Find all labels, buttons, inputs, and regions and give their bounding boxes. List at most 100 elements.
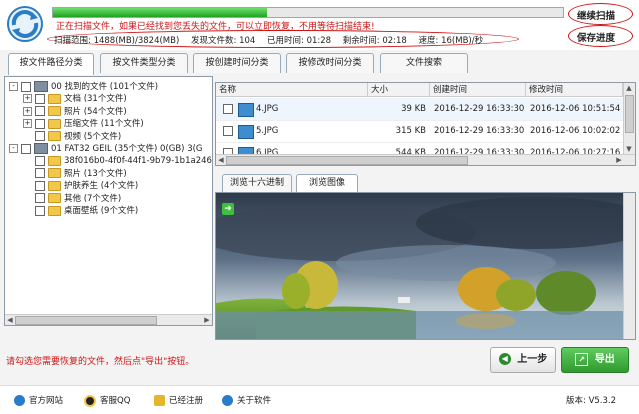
collapse-icon[interactable]: -	[9, 144, 18, 153]
tree-node[interactable]: + 照片 (54个文件)	[23, 106, 127, 118]
tree-node-label: 桌面壁纸 (9个文件)	[64, 206, 139, 216]
folder-tree[interactable]: - 00 找到的文件 (101个文件) + 文档 (31个文件) + 照片 (54个文件)…	[4, 76, 213, 326]
app-logo	[7, 6, 43, 42]
preview-image	[216, 193, 623, 339]
scan-stats: 扫描范围: 1488(MB)/3824(MB) 发现文件数: 104 已用时间:…	[54, 34, 492, 46]
tree-node[interactable]: - 00 找到的文件 (101个文件)	[9, 81, 158, 93]
table-hscroll-thumb[interactable]	[226, 156, 468, 165]
tree-checkbox[interactable]	[35, 168, 45, 179]
expand-icon[interactable]: +	[23, 94, 32, 104]
tree-checkbox[interactable]	[35, 193, 45, 204]
col-header-created[interactable]: 创建时间	[430, 83, 526, 97]
cell-modified: 2016-12-06 10:02:02	[530, 126, 621, 136]
tree-node-label: 视频 (5个文件)	[64, 131, 122, 142]
scroll-right-icon[interactable]: ▶	[615, 156, 623, 164]
registered-link[interactable]: 已经注册	[154, 394, 203, 406]
tree-node-label: 照片 (54个文件)	[64, 106, 127, 117]
tree-node[interactable]: 桌面壁纸 (9个文件)	[23, 205, 138, 217]
tree-node[interactable]: - 01 FAT32 GEIL (35个文件) 0(GB) 3(G	[9, 143, 203, 155]
official-site-label: 官方网站	[29, 396, 64, 406]
tree-checkbox[interactable]	[35, 205, 45, 216]
cell-size: 315 KB	[395, 126, 426, 136]
expand-icon[interactable]: +	[23, 119, 32, 129]
tree-node-label: 01 FAT32 GEIL (35个文件) 0(GB) 3(G	[51, 144, 203, 154]
col-header-name[interactable]: 名称	[216, 83, 368, 97]
tree-node[interactable]: 其他 (7个文件)	[23, 193, 121, 205]
about-label: 关于软件	[237, 396, 272, 406]
support-qq-link[interactable]: 客服QQ	[84, 394, 130, 407]
registered-label: 已经注册	[169, 396, 204, 406]
tab-file-search[interactable]: 文件搜索	[380, 53, 468, 73]
tree-checkbox[interactable]	[35, 93, 45, 104]
scroll-left-icon[interactable]: ◀	[217, 156, 225, 164]
folder-icon	[48, 106, 61, 117]
col-header-size[interactable]: 大小	[368, 83, 430, 97]
cell-modified: 2016-12-06 10:51:54	[530, 104, 621, 114]
tree-scroll-thumb[interactable]	[15, 316, 157, 325]
tab-image-view[interactable]: 浏览图像	[296, 174, 358, 192]
official-site-link[interactable]: 官方网站	[14, 394, 63, 406]
table-scroll-thumb[interactable]	[625, 95, 634, 133]
tree-node[interactable]: 视频 (5个文件)	[23, 131, 121, 143]
continue-scan-button[interactable]: 继续扫描	[577, 8, 615, 22]
table-vertical-scrollbar[interactable]: ▲ ▼	[623, 83, 635, 155]
about-link[interactable]: 关于软件	[222, 394, 271, 406]
tree-horizontal-scrollbar[interactable]: ◀ ▶	[5, 314, 212, 325]
version-label: 版本:	[566, 396, 586, 406]
scroll-up-icon[interactable]: ▲	[625, 84, 633, 92]
version-number: V5.3.2	[588, 396, 617, 406]
tab-by-type[interactable]: 按文件类型分类	[100, 53, 188, 73]
col-header-modified[interactable]: 修改时间	[526, 83, 623, 97]
row-checkbox[interactable]	[223, 104, 233, 114]
save-progress-button[interactable]: 保存进度	[577, 30, 615, 44]
tab-by-path[interactable]: 按文件路径分类	[8, 53, 94, 75]
folder-icon	[48, 118, 61, 129]
scroll-right-icon[interactable]: ▶	[203, 316, 211, 324]
table-row[interactable]: 4.JPG 39 KB 2016-12-29 16:33:30 2016-12-06 …	[216, 98, 623, 121]
tab-hex-view[interactable]: 浏览十六进制	[222, 174, 292, 192]
version-info: 版本: V5.3.2	[566, 394, 616, 406]
tree-checkbox[interactable]	[35, 118, 45, 129]
scroll-left-icon[interactable]: ◀	[6, 316, 14, 324]
collapse-icon[interactable]: -	[9, 82, 18, 91]
ie-icon	[14, 395, 25, 406]
export-button[interactable]: ↗ 导出	[561, 347, 629, 373]
tree-checkbox[interactable]	[35, 155, 45, 166]
tree-node-label: 照片 (13个文件)	[64, 168, 127, 179]
tree-checkbox[interactable]	[21, 81, 31, 92]
tree-node[interactable]: + 文档 (31个文件)	[23, 93, 127, 105]
tree-node[interactable]: 护肤养生 (4个文件)	[23, 180, 138, 192]
preview-vertical-scrollbar[interactable]	[623, 193, 635, 339]
tree-node[interactable]: 38f016b0-4f0f-44f1-9b79-1b1a2467	[23, 155, 213, 167]
scroll-down-icon[interactable]: ▼	[625, 145, 633, 153]
stat-scan-range: 扫描范围: 1488(MB)/3824(MB)	[54, 36, 180, 46]
cell-name: 4.JPG	[256, 104, 279, 114]
stat-remaining: 剩余时间: 02:18	[342, 36, 407, 46]
row-checkbox[interactable]	[223, 126, 233, 136]
rotate-arrow-icon[interactable]: ➜	[222, 203, 234, 215]
back-arrow-icon: ◀	[498, 353, 511, 365]
tree-checkbox[interactable]	[35, 106, 45, 117]
table-horizontal-scrollbar[interactable]: ◀ ▶	[216, 154, 635, 165]
tree-checkbox[interactable]	[21, 143, 31, 154]
cell-name: 5.JPG	[256, 126, 279, 136]
scan-progress-fill	[53, 8, 268, 17]
tree-node[interactable]: + 压缩文件 (11个文件)	[23, 118, 144, 130]
tab-by-created[interactable]: 按创建时间分类	[193, 53, 281, 73]
file-table: 名称 大小 创建时间 修改时间 4.JPG 39 KB 2016-12-29 16:…	[215, 82, 636, 166]
tab-by-modified[interactable]: 按修改时间分类	[286, 53, 374, 73]
tree-checkbox[interactable]	[35, 180, 45, 191]
stat-speed: 速度: 16(MB)/秒	[418, 36, 484, 46]
back-button[interactable]: ◀ 上一步	[490, 347, 556, 373]
tree-checkbox[interactable]	[35, 131, 45, 142]
drive-icon	[34, 143, 48, 154]
tree-node-label: 其他 (7个文件)	[64, 193, 122, 204]
tree-node[interactable]: 照片 (13个文件)	[23, 168, 127, 180]
tree-node-label: 38f016b0-4f0f-44f1-9b79-1b1a2467	[64, 156, 213, 167]
stat-found: 发现文件数: 104	[191, 36, 256, 46]
expand-icon[interactable]: +	[23, 106, 32, 116]
stat-elapsed: 已用时间: 01:28	[267, 36, 332, 46]
folder-icon	[48, 168, 61, 179]
jpg-file-icon	[238, 103, 254, 117]
table-row[interactable]: 5.JPG 315 KB 2016-12-29 16:33:30 2016-12-06…	[216, 120, 623, 143]
